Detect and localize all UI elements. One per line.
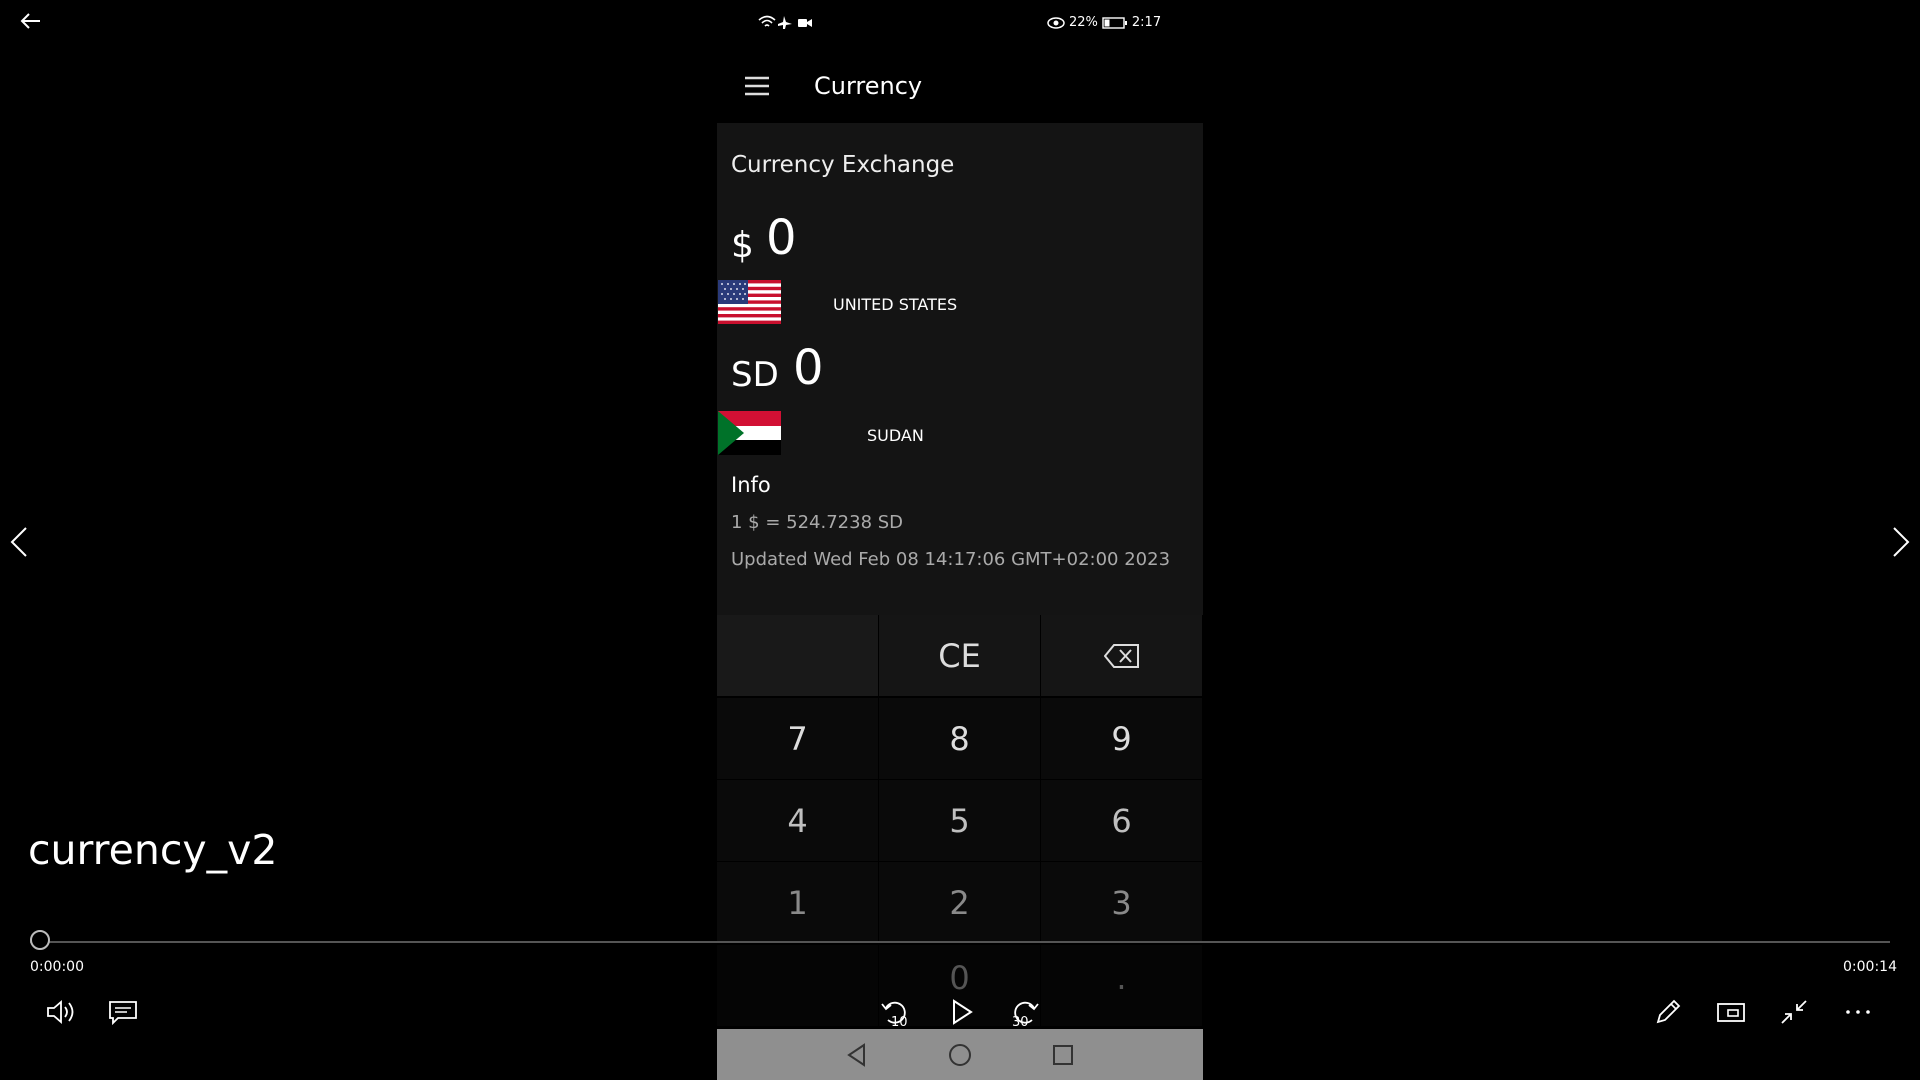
key-decimal[interactable]: . <box>1041 945 1202 1026</box>
updated-timestamp: Updated Wed Feb 08 14:17:06 GMT+02:00 20… <box>731 549 1171 570</box>
key-7[interactable]: 7 <box>717 698 878 779</box>
svg-text:30: 30 <box>1012 1015 1029 1028</box>
exchange-rate-text: 1 $ = 524.7238 SD <box>731 512 904 533</box>
airplane-icon <box>778 16 792 29</box>
pencil-icon[interactable] <box>1650 996 1686 1028</box>
battery-percent: 22% <box>1069 15 1098 30</box>
android-recents-icon[interactable] <box>1048 1040 1078 1070</box>
to-amount[interactable]: 0 <box>793 340 824 396</box>
next-chevron-icon[interactable] <box>1888 522 1914 562</box>
volume-icon[interactable] <box>44 996 80 1028</box>
key-2[interactable]: 2 <box>879 862 1040 943</box>
seek-handle[interactable] <box>30 930 50 950</box>
key-6[interactable]: 6 <box>1041 780 1202 861</box>
svg-text:10: 10 <box>891 1015 908 1028</box>
battery-icon <box>1102 16 1127 29</box>
keypad: CE 7 8 9 4 5 6 1 2 3 0 . <box>717 615 1203 1029</box>
exchange-card <box>717 123 1203 615</box>
more-options-icon[interactable] <box>1840 996 1876 1028</box>
sudan-flag-icon[interactable] <box>718 411 781 455</box>
eye-icon <box>1047 16 1065 29</box>
status-icons-left <box>758 14 818 32</box>
seek-bar[interactable] <box>30 941 1890 943</box>
video-title: currency_v2 <box>28 826 278 874</box>
mini-view-icon[interactable] <box>1713 996 1749 1028</box>
play-icon[interactable] <box>944 996 980 1028</box>
menu-icon[interactable] <box>743 75 771 97</box>
key-9[interactable]: 9 <box>1041 698 1202 779</box>
current-time: 0:00:00 <box>30 959 84 975</box>
camera-icon <box>798 19 812 27</box>
status-icons-right: 22% 2:17 <box>1047 15 1161 30</box>
key-1[interactable]: 1 <box>717 862 878 943</box>
keypad-blank <box>717 615 878 696</box>
key-3[interactable]: 3 <box>1041 862 1202 943</box>
clear-entry-button[interactable]: CE <box>879 615 1040 696</box>
wifi-icon <box>758 15 776 27</box>
key-8[interactable]: 8 <box>879 698 1040 779</box>
status-clock: 2:17 <box>1131 15 1162 30</box>
app-bar <box>717 60 1203 122</box>
key-5[interactable]: 5 <box>879 780 1040 861</box>
key-4[interactable]: 4 <box>717 780 878 861</box>
from-currency-symbol: $ <box>731 225 754 266</box>
info-heading: Info <box>731 473 771 497</box>
captions-icon[interactable] <box>106 996 142 1028</box>
android-back-icon[interactable] <box>842 1040 872 1070</box>
rewind-10-icon[interactable]: 10 <box>878 996 914 1028</box>
to-currency-symbol: SD <box>731 355 779 395</box>
app-title: Currency <box>814 72 923 100</box>
us-flag-icon[interactable] <box>718 280 781 324</box>
back-arrow-icon[interactable] <box>18 8 44 34</box>
backspace-button[interactable] <box>1041 615 1202 696</box>
exit-fullscreen-icon[interactable] <box>1776 996 1812 1028</box>
total-duration: 0:00:14 <box>1843 959 1897 975</box>
previous-chevron-icon[interactable] <box>6 522 32 562</box>
from-country-name[interactable]: UNITED STATES <box>833 295 957 314</box>
keypad-blank-bottom <box>717 945 878 1026</box>
forward-30-icon[interactable]: 30 <box>1006 996 1042 1028</box>
backspace-icon <box>1103 643 1139 668</box>
from-amount[interactable]: 0 <box>766 210 797 266</box>
to-country-name[interactable]: SUDAN <box>867 426 924 445</box>
card-title: Currency Exchange <box>731 152 955 178</box>
android-home-icon[interactable] <box>945 1040 975 1070</box>
